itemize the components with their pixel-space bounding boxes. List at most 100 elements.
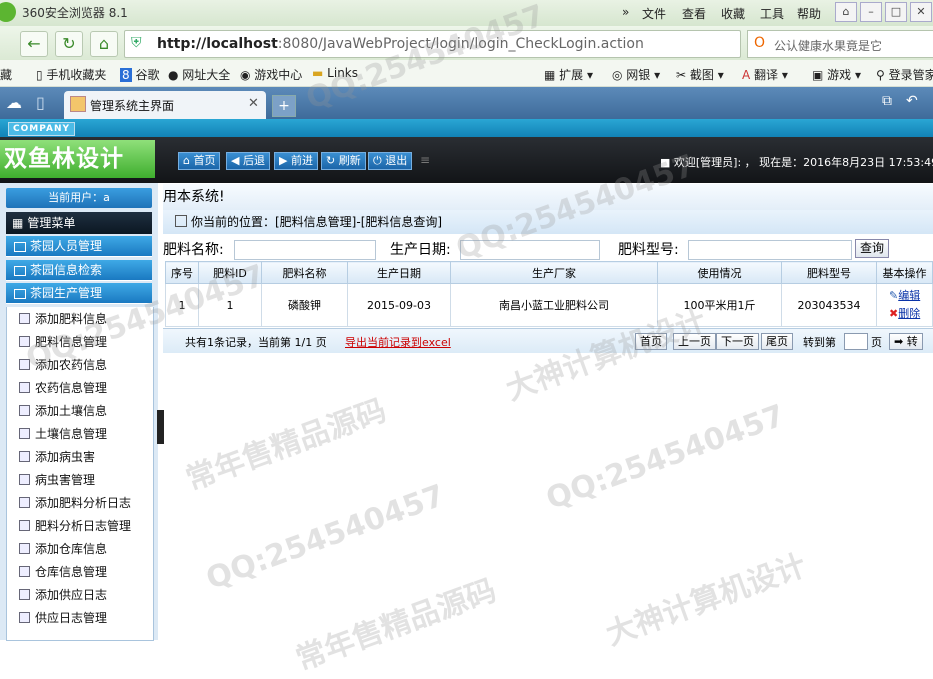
doc-icon xyxy=(19,405,30,416)
doc-icon xyxy=(19,428,30,439)
menu-add-supply-log[interactable]: 添加供应日志 xyxy=(19,586,107,603)
skin-icon[interactable]: ⌂ xyxy=(835,2,857,22)
fertilizer-name-label: 肥料名称: xyxy=(163,242,224,258)
menu-pesticide-manage[interactable]: 农药信息管理 xyxy=(19,379,107,396)
next-page-button[interactable]: 下一页 xyxy=(716,333,759,350)
system-banner: 用本系统! xyxy=(163,184,933,211)
fertilizer-model-input[interactable] xyxy=(688,240,852,260)
section-personnel[interactable]: 茶园人员管理 xyxy=(6,236,152,257)
prev-page-button[interactable]: 上一页 xyxy=(673,333,716,350)
watermark-source: 常年售精品源码 xyxy=(291,572,501,678)
menu-pest-manage[interactable]: 病虫害管理 xyxy=(19,471,95,488)
refresh-icon[interactable]: ↻ xyxy=(55,31,83,57)
fertilizer-name-input[interactable] xyxy=(234,240,376,260)
menu-add-soil[interactable]: 添加土壤信息 xyxy=(19,402,107,419)
col-date: 生产日期 xyxy=(347,261,451,284)
address-bar[interactable]: ⛨ http://localhost:8080/JavaWebProject/l… xyxy=(124,30,741,58)
nav-refresh-button[interactable]: ↻ 刷新 xyxy=(321,152,366,170)
delete-icon[interactable]: ✖ xyxy=(889,307,898,320)
edit-link[interactable]: 编辑 xyxy=(898,289,920,302)
nav-logout-button[interactable]: ⏻ 退出 xyxy=(368,152,413,170)
back-icon[interactable]: ← xyxy=(20,31,48,57)
tool-screenshot[interactable]: ✂ 截图 ▾ xyxy=(676,66,724,83)
cell-name: 磷酸钾 xyxy=(261,283,348,327)
company-badge: COMPANY xyxy=(8,122,75,136)
menu-view[interactable]: 查看 xyxy=(682,5,706,22)
section-production[interactable]: 茶园生产管理 xyxy=(6,283,152,304)
minimize-button[interactable]: – xyxy=(860,2,882,22)
page-favicon-icon xyxy=(70,96,86,112)
menu-fertilizer-manage[interactable]: 肥料信息管理 xyxy=(19,333,107,350)
url-text: http://localhost:8080/JavaWebProject/log… xyxy=(157,36,644,52)
home-icon[interactable]: ⌂ xyxy=(90,31,118,57)
query-button[interactable]: 查询 xyxy=(855,239,889,258)
tool-bank[interactable]: ◎ 网银 ▾ xyxy=(612,66,660,83)
menu-supply-log-manage[interactable]: 供应日志管理 xyxy=(19,609,107,626)
edit-icon[interactable]: ✎ xyxy=(889,289,898,302)
current-user-bar: 当前用户：a xyxy=(6,188,152,208)
production-date-input[interactable] xyxy=(460,240,600,260)
nav-forward-button[interactable]: ▶ 前进 xyxy=(274,152,318,170)
goto-page-input[interactable] xyxy=(844,333,868,350)
first-page-button[interactable]: 首页 xyxy=(635,333,667,350)
phone-icon[interactable]: ▯ xyxy=(36,93,45,112)
doc-icon xyxy=(19,566,30,577)
tool-translate[interactable]: A 翻译 ▾ xyxy=(742,66,788,83)
fertilizer-table: 序号 肥料ID 肥料名称 生产日期 生产厂家 使用情况 肥料型号 基本操作 1 … xyxy=(165,261,933,327)
menu-add-warehouse[interactable]: 添加仓库信息 xyxy=(19,540,107,557)
close-window-button[interactable]: ✕ xyxy=(910,2,932,22)
col-actions: 基本操作 xyxy=(876,261,933,284)
go-button[interactable]: ➡ 转 xyxy=(889,333,923,350)
tab-main[interactable]: 管理系统主界面 ✕ xyxy=(64,91,266,119)
tool-login-manager[interactable]: ⚲ 登录管家 xyxy=(876,66,933,83)
nav-back-button[interactable]: ◀ 后退 xyxy=(226,152,270,170)
search-input[interactable]: O 公认健康水果竟是它 xyxy=(747,30,933,58)
maximize-button[interactable]: □ xyxy=(885,2,907,22)
fav-item[interactable]: 藏 xyxy=(0,66,12,83)
menu-lines-icon: ≡ xyxy=(420,153,431,167)
menu-add-fertilizer[interactable]: 添加肥料信息 xyxy=(19,310,107,327)
app-logo: 双鱼林设计 xyxy=(0,140,155,178)
cloud-icon[interactable]: ☁ xyxy=(6,93,22,112)
fertilizer-model-label: 肥料型号: xyxy=(618,242,679,258)
section-search[interactable]: 茶园信息检索 xyxy=(6,260,152,281)
chevron-right-icon[interactable]: » xyxy=(622,5,629,19)
fav-games[interactable]: ◉ 游戏中心 xyxy=(240,66,302,83)
location-icon xyxy=(175,215,187,227)
menu-tools[interactable]: 工具 xyxy=(760,5,784,22)
menu-warehouse-manage[interactable]: 仓库信息管理 xyxy=(19,563,107,580)
delete-link[interactable]: 删除 xyxy=(898,307,920,320)
menu-add-fertilizer-log[interactable]: 添加肥料分析日志 xyxy=(19,494,131,511)
menu-soil-manage[interactable]: 土壤信息管理 xyxy=(19,425,107,442)
last-page-button[interactable]: 尾页 xyxy=(761,333,793,350)
tab-list-icon[interactable]: ⧉ xyxy=(882,93,892,109)
search-engine-icon: O xyxy=(754,35,766,51)
management-menu-title: ▦ 管理菜单 xyxy=(6,212,152,234)
breadcrumb: 你当前的位置：[肥料信息管理]-[肥料信息查询] xyxy=(163,210,933,234)
fav-mobile[interactable]: ▯ 手机收藏夹 xyxy=(36,66,106,83)
col-name: 肥料名称 xyxy=(261,261,348,284)
table-row: 1 1 磷酸钾 2015-09-03 南昌小蓝工业肥料公司 100平米用1斤 2… xyxy=(165,283,933,327)
page-unit-label: 页 xyxy=(871,336,882,349)
menu-favorites[interactable]: 收藏 xyxy=(721,5,745,22)
fav-url-nav[interactable]: ● 网址大全 xyxy=(168,66,230,83)
cell-seq: 1 xyxy=(165,283,199,327)
menu-file[interactable]: 文件 xyxy=(642,5,666,22)
export-excel-link[interactable]: 导出当前记录到excel xyxy=(345,334,451,350)
menu-add-pest[interactable]: 添加病虫害 xyxy=(19,448,95,465)
col-id: 肥料ID xyxy=(198,261,262,284)
watermark-source: 常年售精品源码 xyxy=(181,392,391,498)
close-tab-icon[interactable]: ✕ xyxy=(248,96,259,111)
watermark-qq: QQ:254540457 xyxy=(541,398,790,517)
tool-games[interactable]: ▣ 游戏 ▾ xyxy=(812,66,861,83)
menu-fertilizer-log-manage[interactable]: 肥料分析日志管理 xyxy=(19,517,131,534)
fav-links[interactable]: ▬ Links xyxy=(312,66,358,80)
menu-add-pesticide[interactable]: 添加农药信息 xyxy=(19,356,107,373)
nav-home-button[interactable]: ⌂ 首页 xyxy=(178,152,221,170)
undo-close-icon[interactable]: ↶ xyxy=(906,93,918,109)
new-tab-button[interactable]: + xyxy=(272,95,296,117)
tool-extensions[interactable]: ▦ 扩展 ▾ xyxy=(544,66,593,83)
menu-help[interactable]: 帮助 xyxy=(797,5,821,22)
fav-google[interactable]: 8 谷歌 xyxy=(120,66,159,83)
sidebar-collapse-handle[interactable] xyxy=(157,410,164,444)
